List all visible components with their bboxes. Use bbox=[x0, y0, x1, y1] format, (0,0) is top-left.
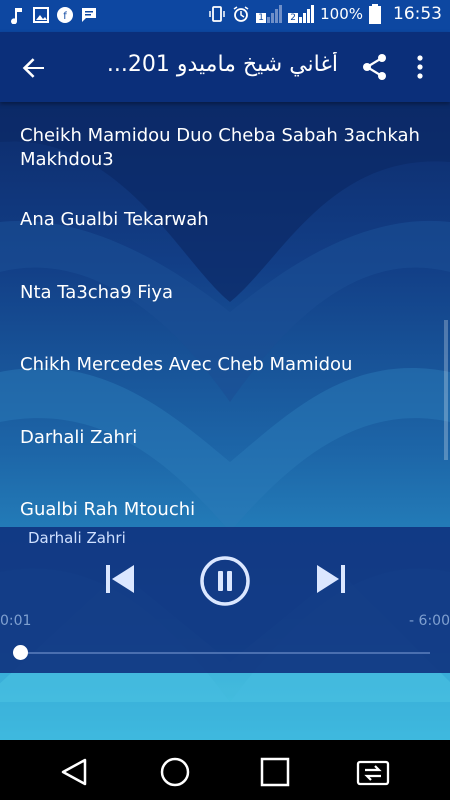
song-title: Gualbi Rah Mtouchi bbox=[20, 499, 196, 520]
list-item[interactable]: Darhali Zahri bbox=[0, 426, 450, 450]
sim2-label: 2 bbox=[288, 13, 299, 23]
song-title: Darhali Zahri bbox=[20, 427, 138, 448]
music-note-icon bbox=[11, 8, 22, 24]
clock-time: 16:53 bbox=[393, 4, 442, 24]
seek-thumb[interactable] bbox=[13, 645, 28, 660]
battery-percent: 100% bbox=[320, 5, 363, 23]
alarm-icon bbox=[233, 6, 249, 22]
notification-badge-icon: f bbox=[57, 7, 73, 23]
song-title: Chikh Mercedes Avec Cheb Mamidou bbox=[20, 354, 353, 375]
song-list: Cheikh Mamidou Duo Cheba Sabah 3achkah M… bbox=[0, 102, 450, 527]
list-item[interactable]: Chikh Mercedes Avec Cheb Mamidou bbox=[0, 353, 450, 377]
pause-button[interactable] bbox=[199, 555, 251, 607]
seek-bar[interactable] bbox=[20, 652, 430, 654]
back-triangle-icon[interactable] bbox=[57, 754, 93, 790]
svg-text:f: f bbox=[63, 11, 67, 22]
message-icon bbox=[82, 8, 96, 22]
now-playing-title: Darhali Zahri bbox=[28, 529, 126, 547]
song-title: Cheikh Mamidou Duo Cheba Sabah 3achkah M… bbox=[20, 125, 420, 170]
sim1-label: 1 bbox=[256, 13, 267, 23]
sim2-signal-icon: 2 bbox=[288, 5, 315, 23]
switch-sim-icon[interactable] bbox=[355, 754, 391, 790]
vibrate-icon bbox=[209, 6, 225, 22]
list-item[interactable]: Ana Gualbi Tekarwah bbox=[0, 208, 450, 232]
status-bar: f 1 2 100% 16:53 bbox=[0, 0, 450, 32]
song-title: Ana Gualbi Tekarwah bbox=[20, 209, 209, 230]
list-item[interactable]: Gualbi Rah Mtouchi bbox=[0, 498, 450, 522]
media-player: Darhali Zahri 0:01 - 6:00 bbox=[0, 527, 450, 673]
song-title: Nta Ta3cha9 Fiya bbox=[20, 282, 174, 303]
page-title: أغاني شيخ ماميدو 201... bbox=[106, 52, 338, 77]
share-icon[interactable] bbox=[360, 52, 390, 82]
more-vertical-icon[interactable] bbox=[410, 52, 430, 82]
list-item[interactable]: Cheikh Mamidou Duo Cheba Sabah 3achkah M… bbox=[0, 124, 450, 172]
sim1-signal-icon: 1 bbox=[256, 5, 283, 23]
recent-apps-icon[interactable] bbox=[257, 754, 293, 790]
scrollbar[interactable] bbox=[444, 320, 448, 460]
list-item[interactable]: Nta Ta3cha9 Fiya bbox=[0, 281, 450, 305]
battery-icon bbox=[369, 4, 381, 24]
skip-previous-icon[interactable] bbox=[102, 561, 138, 597]
system-nav-bar bbox=[0, 740, 450, 800]
remaining-time: - 6:00 bbox=[409, 613, 450, 629]
skip-next-icon[interactable] bbox=[313, 561, 349, 597]
elapsed-time: 0:01 bbox=[0, 613, 32, 629]
image-icon bbox=[33, 7, 49, 23]
arrow-back-icon[interactable] bbox=[18, 52, 50, 84]
app-bar: أغاني شيخ ماميدو 201... bbox=[0, 32, 450, 102]
home-circle-icon[interactable] bbox=[157, 754, 193, 790]
